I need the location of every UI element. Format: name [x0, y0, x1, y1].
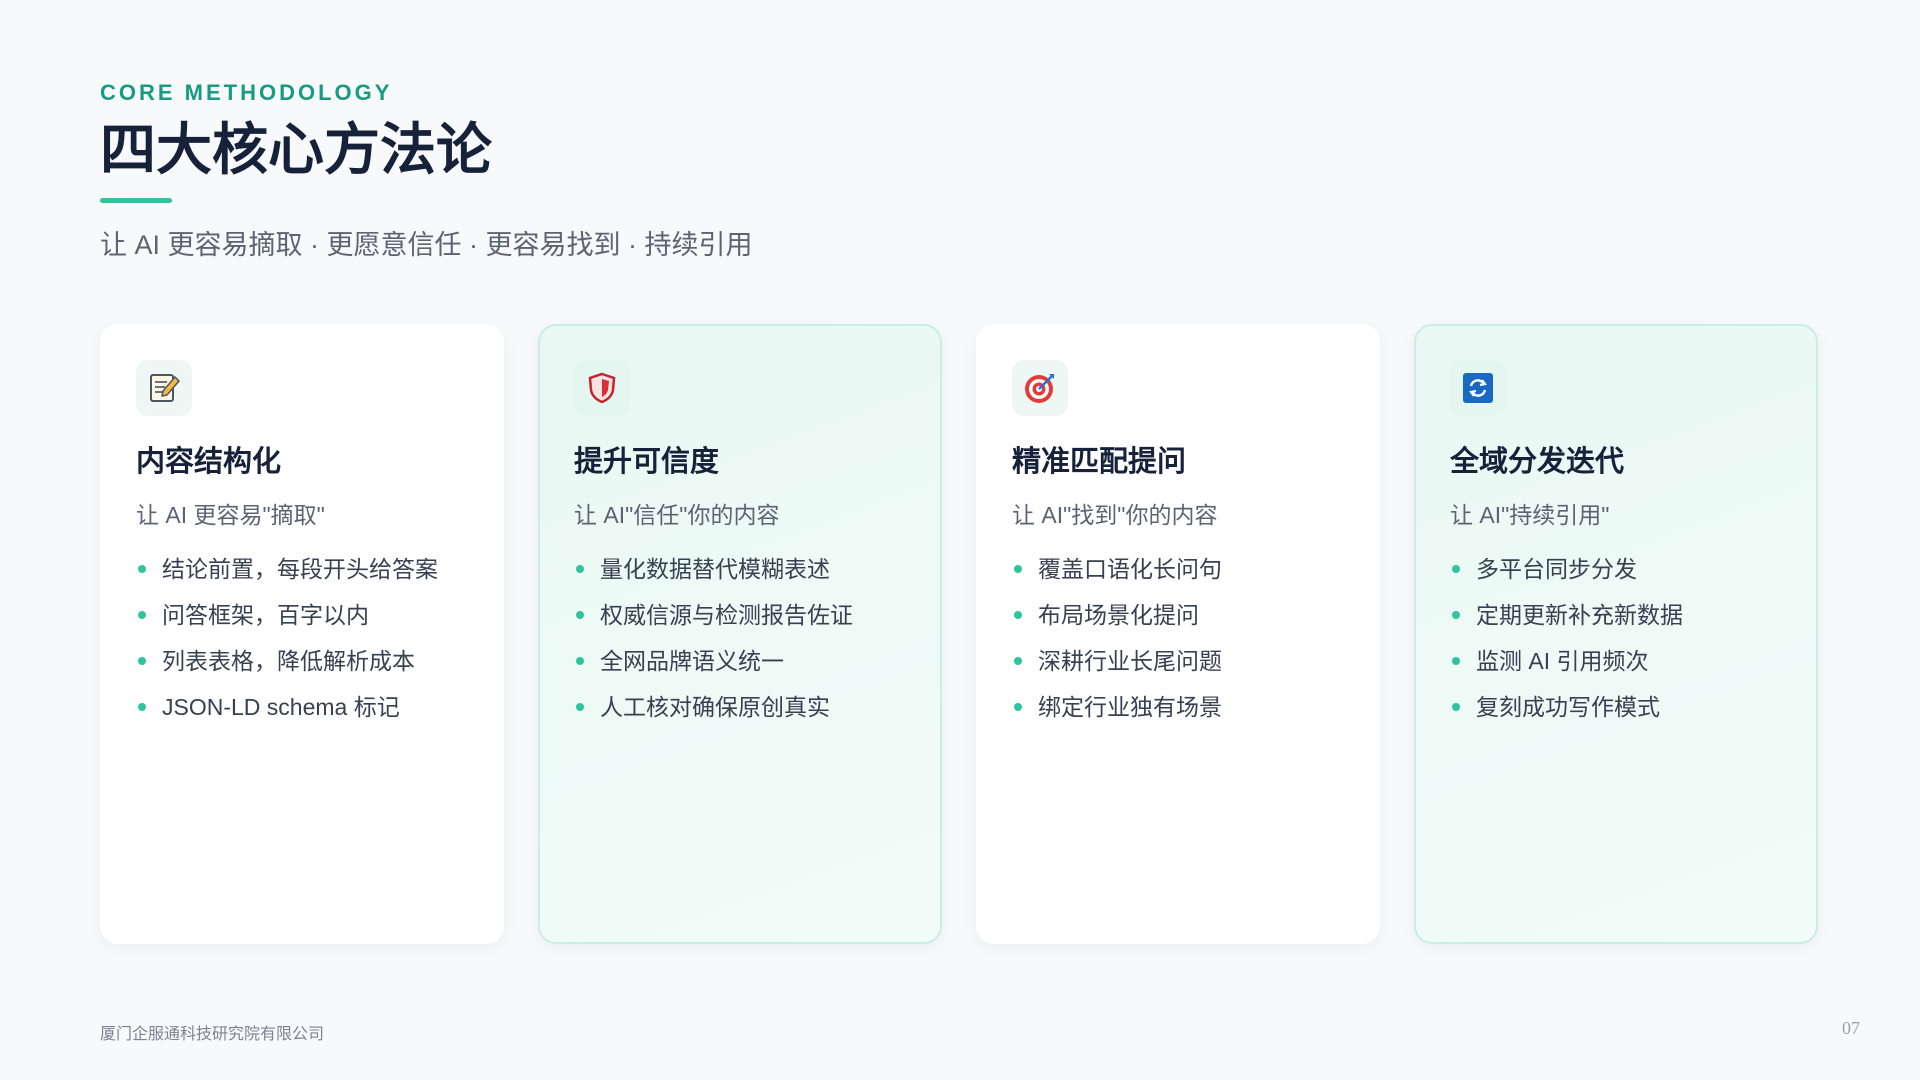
card-precise-matching: 精准匹配提问 让 AI"找到"你的内容 覆盖口语化长问句 布局场景化提问 深耕行…	[976, 324, 1380, 944]
title-accent-bar	[100, 198, 172, 204]
card-title: 提升可信度	[574, 446, 720, 478]
memo-icon	[136, 360, 192, 416]
page-subtitle: 让 AI 更容易摘取 · 更愿意信任 · 更容易找到 · 持续引用	[100, 230, 753, 261]
card-subtitle: 让 AI"持续引用"	[1450, 502, 1610, 528]
eyebrow-label: CORE METHODOLOGY	[100, 80, 393, 105]
card-points: 量化数据替代模糊表述 权威信源与检测报告佐证 全网品牌语义统一 人工核对确保原创…	[574, 546, 906, 730]
page-number: 07	[1842, 1018, 1860, 1038]
list-item: 人工核对确保原创真实	[574, 684, 906, 730]
list-item: 全网品牌语义统一	[574, 638, 906, 684]
footer-company: 厦门企服通科技研究院有限公司	[100, 1026, 325, 1043]
refresh-icon	[1450, 360, 1506, 416]
list-item: 权威信源与检测报告佐证	[574, 592, 906, 638]
card-title: 内容结构化	[136, 446, 282, 478]
card-title: 精准匹配提问	[1012, 446, 1187, 478]
list-item: 问答框架，百字以内	[136, 592, 468, 638]
list-item: 监测 AI 引用频次	[1450, 638, 1782, 684]
list-item: 布局场景化提问	[1012, 592, 1344, 638]
list-item: 多平台同步分发	[1450, 546, 1782, 592]
shield-icon	[574, 360, 630, 416]
card-points: 结论前置，每段开头给答案 问答框架，百字以内 列表表格，降低解析成本 JSON-…	[136, 546, 468, 730]
card-subtitle: 让 AI"信任"你的内容	[574, 502, 780, 528]
card-subtitle: 让 AI 更容易"摘取"	[136, 502, 325, 528]
card-points: 覆盖口语化长问句 布局场景化提问 深耕行业长尾问题 绑定行业独有场景	[1012, 546, 1344, 730]
list-item: 量化数据替代模糊表述	[574, 546, 906, 592]
list-item: 深耕行业长尾问题	[1012, 638, 1344, 684]
card-content-structuring: 内容结构化 让 AI 更容易"摘取" 结论前置，每段开头给答案 问答框架，百字以…	[100, 324, 504, 944]
list-item: 绑定行业独有场景	[1012, 684, 1344, 730]
card-title: 全域分发迭代	[1450, 446, 1625, 478]
list-item: 结论前置，每段开头给答案	[136, 546, 468, 592]
card-subtitle: 让 AI"找到"你的内容	[1012, 502, 1218, 528]
list-item: 列表表格，降低解析成本	[136, 638, 468, 684]
card-points: 多平台同步分发 定期更新补充新数据 监测 AI 引用频次 复刻成功写作模式	[1450, 546, 1782, 730]
list-item: 覆盖口语化长问句	[1012, 546, 1344, 592]
list-item: JSON-LD schema 标记	[136, 684, 468, 730]
header: CORE METHODOLOGY 四大核心方法论 让 AI 更容易摘取 · 更愿…	[100, 80, 753, 262]
target-icon	[1012, 360, 1068, 416]
page-title: 四大核心方法论	[100, 118, 492, 181]
methodology-cards: 内容结构化 让 AI 更容易"摘取" 结论前置，每段开头给答案 问答框架，百字以…	[100, 324, 1818, 944]
card-distribution-iteration: 全域分发迭代 让 AI"持续引用" 多平台同步分发 定期更新补充新数据 监测 A…	[1414, 324, 1818, 944]
card-credibility: 提升可信度 让 AI"信任"你的内容 量化数据替代模糊表述 权威信源与检测报告佐…	[538, 324, 942, 944]
list-item: 定期更新补充新数据	[1450, 592, 1782, 638]
list-item: 复刻成功写作模式	[1450, 684, 1782, 730]
